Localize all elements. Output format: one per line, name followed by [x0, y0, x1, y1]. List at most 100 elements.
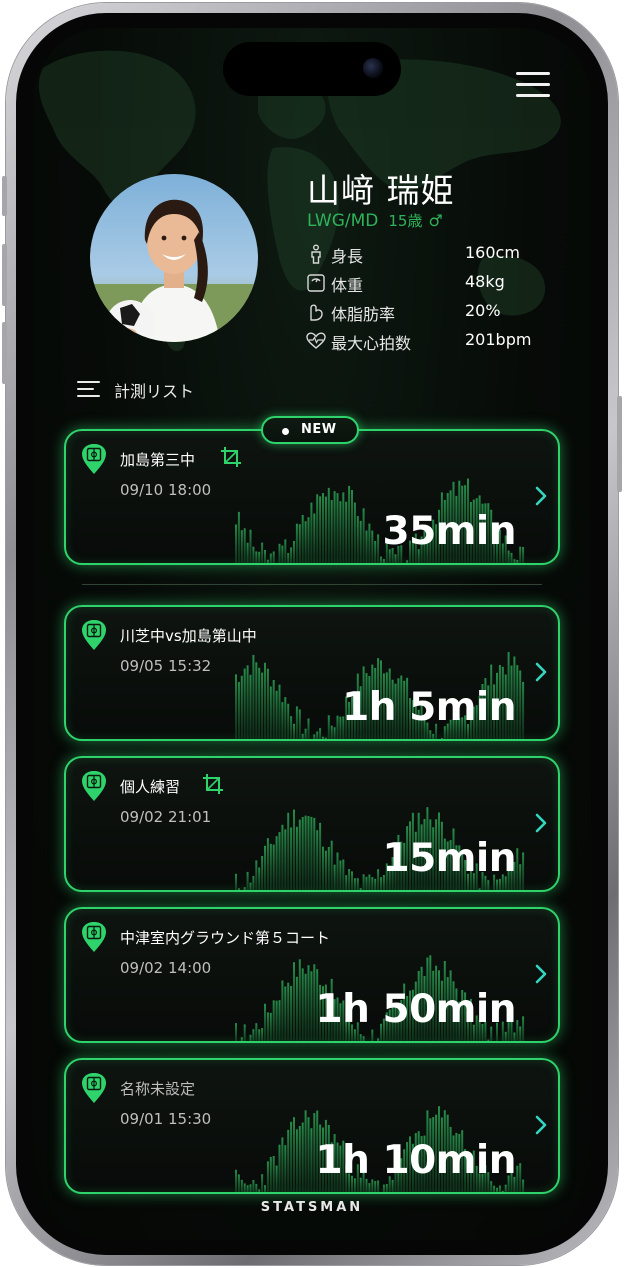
avatar[interactable]	[90, 174, 258, 342]
activity-bar	[310, 971, 313, 1041]
activity-bar	[385, 1184, 388, 1192]
activity-bar	[362, 874, 365, 890]
activity-bar	[295, 826, 298, 890]
activity-bar	[377, 534, 380, 563]
measurement-card[interactable]: 個人練習 09/02 21:01 15min	[64, 756, 560, 892]
activity-bar	[522, 1179, 525, 1192]
activity-bar	[261, 1174, 264, 1192]
activity-bar	[258, 667, 261, 739]
measurement-card[interactable]: 川芝中vs加島第山中 09/05 15:32 1h 5min	[64, 605, 560, 741]
measurement-card[interactable]: 加島第三中 09/10 18:00 35min	[64, 429, 560, 565]
activity-bar	[243, 887, 246, 890]
activity-bar	[301, 515, 304, 563]
activity-bar	[258, 1189, 261, 1192]
activity-bar	[237, 888, 240, 890]
activity-bar	[272, 680, 275, 739]
measurement-list-header: 計測リスト	[77, 376, 277, 402]
new-dot	[282, 428, 289, 435]
activity-bar	[258, 867, 261, 890]
activity-bar	[275, 1000, 278, 1041]
activity-bar	[261, 672, 264, 739]
activity-bar	[298, 959, 301, 1041]
activity-bar	[284, 829, 287, 890]
crop-icon[interactable]	[202, 773, 224, 795]
arm-icon	[310, 304, 323, 321]
activity-bar	[235, 524, 237, 563]
list-icon	[77, 381, 100, 397]
activity-bar	[322, 846, 324, 890]
activity-bar	[339, 716, 342, 739]
activity-bar	[310, 816, 313, 890]
activity-bar	[269, 1156, 272, 1192]
activity-bar	[493, 1041, 495, 1043]
activity-bar	[266, 1012, 269, 1041]
activity-bar	[255, 551, 258, 563]
chevron-right-icon[interactable]	[534, 485, 548, 507]
avatar-photo	[90, 199, 258, 342]
volume-up-button	[2, 244, 7, 306]
activity-bar	[429, 730, 432, 739]
measurement-card[interactable]: 名称未設定 09/01 15:30 1h 10min	[64, 1058, 560, 1194]
activity-bar	[487, 880, 490, 890]
activity-bar	[272, 551, 275, 563]
card-datetime: 09/02 14:00	[120, 959, 212, 977]
chevron-right-icon[interactable]	[534, 1114, 548, 1136]
activity-bar	[246, 665, 249, 739]
pitch-pin-icon	[81, 1072, 107, 1104]
activity-bar	[272, 1156, 275, 1192]
chevron-right-icon[interactable]	[534, 661, 548, 683]
activity-bar	[319, 822, 322, 890]
activity-bar	[304, 1110, 307, 1192]
brand-logo: STATSMAN	[260, 1200, 364, 1215]
crop-icon[interactable]	[220, 446, 242, 468]
activity-bar	[353, 878, 356, 890]
activity-bar	[516, 560, 519, 563]
activity-bar	[241, 890, 243, 892]
activity-bar	[266, 559, 269, 563]
chevron-right-icon[interactable]	[534, 812, 548, 834]
card-title: 中津室内グラウンド第５コート	[120, 929, 331, 947]
activity-bar	[264, 1003, 266, 1041]
activity-bar	[246, 542, 249, 563]
card-duration: 15min	[382, 836, 516, 881]
activity-bar	[316, 494, 319, 563]
player-age: 15歳	[388, 212, 423, 230]
chevron-right-icon[interactable]	[534, 963, 548, 985]
activity-bar	[313, 817, 316, 890]
activity-bar	[394, 554, 397, 563]
activity-bar	[252, 654, 255, 739]
activity-bar	[368, 874, 371, 890]
activity-bar	[266, 1161, 269, 1192]
activity-bar	[255, 1023, 258, 1041]
activity-bar	[510, 552, 513, 563]
activity-bar	[319, 496, 322, 563]
activity-bar	[243, 1183, 246, 1192]
measurement-card[interactable]: 中津室内グラウンド第５コート 09/02 14:00 1h 50min	[64, 907, 560, 1043]
activity-bar	[368, 1041, 370, 1043]
activity-bar	[324, 737, 327, 739]
hamburger-menu-button[interactable]	[516, 72, 550, 98]
activity-bar	[374, 541, 377, 563]
volume-down-button	[2, 322, 7, 384]
activity-bar	[327, 715, 330, 739]
activity-bar	[249, 674, 252, 739]
activity-bar	[351, 490, 353, 563]
stat-max-heart-rate: 最大心拍数 201bpm	[306, 329, 546, 353]
activity-bar	[356, 516, 359, 563]
activity-bar	[238, 1041, 240, 1043]
activity-bar	[374, 1181, 377, 1192]
activity-bar	[243, 1024, 246, 1041]
activity-bar	[293, 723, 295, 739]
activity-bar	[266, 668, 269, 739]
activity-bar	[290, 547, 293, 563]
card-datetime: 09/05 15:32	[120, 657, 212, 675]
activity-bar	[284, 986, 287, 1041]
activity-bar	[293, 541, 295, 563]
card-datetime: 09/02 21:01	[120, 808, 212, 826]
activity-bar	[255, 860, 258, 890]
activity-bar	[519, 864, 522, 890]
activity-bar	[278, 684, 281, 739]
activity-bar	[252, 1029, 255, 1041]
activity-bar	[249, 529, 252, 563]
activity-bar	[284, 539, 287, 563]
